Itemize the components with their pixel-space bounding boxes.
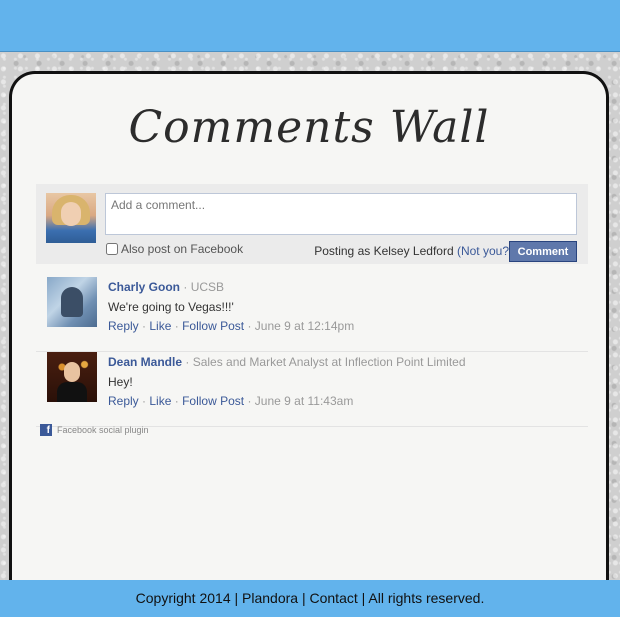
comment-item: Charly Goon · UCSB We're going to Vegas!… xyxy=(36,277,588,352)
commenter-avatar[interactable] xyxy=(47,352,97,402)
reply-link[interactable]: Reply xyxy=(108,394,139,408)
reply-link[interactable]: Reply xyxy=(108,319,139,333)
also-post-facebook-option[interactable]: Also post on Facebook xyxy=(106,242,243,256)
comment-input[interactable] xyxy=(105,193,577,235)
comment-composer: Also post on Facebook Posting as Kelsey … xyxy=(36,184,588,264)
comments-panel: Comments Wall Also post on Facebook Post… xyxy=(9,71,609,601)
posting-as-text: Posting as Kelsey Ledford (Not you?) xyxy=(314,244,513,258)
also-post-checkbox[interactable] xyxy=(106,243,118,255)
like-link[interactable]: Like xyxy=(149,394,171,408)
footer-copyright: Copyright 2014 xyxy=(135,590,231,606)
footer-contact-link[interactable]: Contact xyxy=(310,590,358,606)
not-you-link[interactable]: (Not you?) xyxy=(457,244,513,258)
comment-text: We're going to Vegas!!!' xyxy=(108,300,234,314)
also-post-label: Also post on Facebook xyxy=(121,242,244,256)
like-link[interactable]: Like xyxy=(149,319,171,333)
commenter-affiliation: UCSB xyxy=(190,280,225,294)
comment-timestamp[interactable]: June 9 at 12:14pm xyxy=(255,319,354,333)
comment-header: Dean Mandle · Sales and Market Analyst a… xyxy=(108,355,466,369)
user-avatar xyxy=(46,193,96,243)
comment-actions: Reply · Like · Follow Post · June 9 at 1… xyxy=(108,394,354,408)
comment-button[interactable]: Comment xyxy=(509,241,577,262)
footer: Copyright 2014 | Plandora | Contact | Al… xyxy=(0,580,620,617)
top-header-bar xyxy=(0,0,620,52)
footer-rights: All rights reserved. xyxy=(368,590,485,606)
commenter-affiliation: Sales and Market Analyst at Inflection P… xyxy=(192,355,466,369)
page-title: Comments Wall xyxy=(128,102,490,153)
comment-text: Hey! xyxy=(108,375,133,389)
footer-site-link[interactable]: Plandora xyxy=(242,590,298,606)
facebook-plugin-credit[interactable]: f Facebook social plugin xyxy=(40,424,149,436)
follow-post-link[interactable]: Follow Post xyxy=(182,319,244,333)
commenter-avatar[interactable] xyxy=(47,277,97,327)
comment-actions: Reply · Like · Follow Post · June 9 at 1… xyxy=(108,319,355,333)
plugin-label: Facebook social plugin xyxy=(57,425,149,435)
comment-timestamp[interactable]: June 9 at 11:43am xyxy=(255,394,354,408)
commenter-name-link[interactable]: Charly Goon xyxy=(108,280,180,294)
facebook-icon: f xyxy=(40,424,52,436)
comment-header: Charly Goon · UCSB xyxy=(108,280,225,294)
comment-item: Dean Mandle · Sales and Market Analyst a… xyxy=(36,352,588,427)
commenter-name-link[interactable]: Dean Mandle xyxy=(108,355,182,369)
posting-as-label: Posting as Kelsey Ledford xyxy=(314,244,454,258)
follow-post-link[interactable]: Follow Post xyxy=(182,394,244,408)
